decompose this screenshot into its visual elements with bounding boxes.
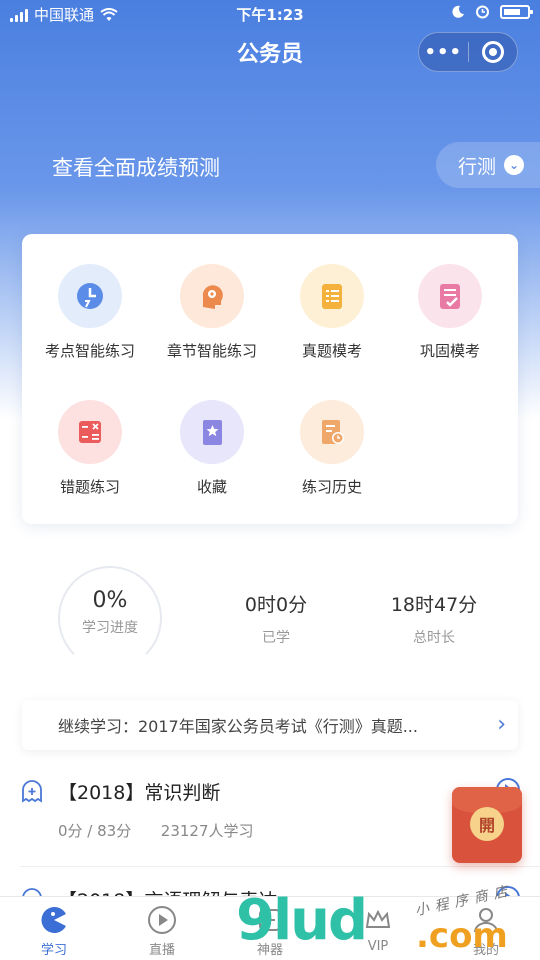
tab-bar: 学习 直播 神器 VIP 我的	[0, 896, 540, 960]
row-divider	[20, 866, 540, 867]
course-meta: 0分 / 83分 23127人学习	[58, 820, 254, 841]
target-icon	[481, 41, 504, 63]
feature-label: 收藏	[196, 478, 227, 496]
tab-live[interactable]: 直播	[108, 897, 216, 960]
tab-label: 直播	[148, 943, 175, 958]
studied-stat: 0时0分 已学	[206, 590, 346, 647]
feature-item[interactable]: 练习历史	[270, 400, 394, 497]
tab-label: 学习	[40, 943, 67, 958]
total-label: 总时长	[413, 630, 455, 646]
tab-tools[interactable]: 神器	[216, 897, 324, 960]
feature-label: 考点智能练习	[44, 342, 135, 360]
crown-icon	[363, 905, 393, 935]
tab-label: 我的	[472, 943, 499, 958]
feature-card: 考点智能练习 章节智能练习 真题模考 巩固模考 错题练习 收藏 练习历史	[22, 234, 518, 524]
chevron-right-icon: ›	[497, 712, 506, 737]
feature-label: 练习历史	[301, 478, 362, 496]
score-prediction-link[interactable]: 查看全面成绩预测	[52, 152, 220, 182]
moon-icon	[452, 5, 464, 18]
tab-label: 神器	[256, 943, 283, 958]
subject-selector[interactable]: 行测 ⌄	[436, 142, 540, 188]
red-packet-label: 開	[470, 807, 504, 841]
studied-value: 0时0分	[244, 594, 308, 616]
history-doc-icon	[300, 400, 364, 464]
feature-item[interactable]: 错题练习	[28, 400, 152, 497]
red-packet-button[interactable]: 開	[452, 787, 522, 863]
ghost-plus-icon	[22, 780, 42, 803]
continue-text: 继续学习：2017年国家公务员考试《行测》真题...	[58, 717, 418, 736]
feature-label: 真题模考	[301, 342, 362, 360]
continue-learning-bar[interactable]: 继续学习：2017年国家公务员考试《行测》真题... ›	[22, 700, 518, 750]
tab-study[interactable]: 学习	[0, 897, 108, 960]
feature-item[interactable]: 章节智能练习	[150, 264, 274, 361]
document-list-icon	[300, 264, 364, 328]
feature-item[interactable]: 真题模考	[270, 264, 394, 361]
status-bar: 中国联通 下午1:23	[0, 0, 540, 28]
progress-label: 学习进度	[82, 620, 138, 636]
play-circle-icon	[147, 905, 177, 935]
feature-label: 巩固模考	[419, 342, 480, 360]
course-title: 【2018】常识判断	[58, 782, 221, 804]
tool-icon	[255, 905, 285, 935]
head-gear-icon	[180, 264, 244, 328]
tab-vip[interactable]: VIP	[324, 897, 432, 960]
tab-mine[interactable]: 我的	[432, 897, 540, 960]
document-check-icon	[418, 264, 482, 328]
total-value: 18时47分	[390, 594, 478, 616]
clock-lightning-icon	[58, 264, 122, 328]
battery-icon	[500, 4, 533, 19]
feature-item[interactable]: 巩固模考	[388, 264, 512, 361]
study-stats: 0% 学习进度 0时0分 已学 18时47分 总时长	[0, 560, 540, 670]
close-miniprogram-button[interactable]	[469, 41, 518, 63]
progress-ring: 0% 学习进度	[58, 566, 162, 670]
person-icon	[471, 905, 501, 935]
progress-value: 0%	[92, 588, 128, 613]
total-stat: 18时47分 总时长	[364, 590, 504, 647]
star-book-icon	[180, 400, 244, 464]
course-learners: 23127人学习	[160, 822, 254, 840]
subject-label: 行测	[458, 155, 497, 178]
feature-item[interactable]: 考点智能练习	[28, 264, 152, 361]
feature-label: 错题练习	[59, 478, 120, 496]
chevron-down-icon: ⌄	[504, 155, 525, 175]
feature-label: 章节智能练习	[166, 342, 257, 360]
course-score: 0分 / 83分	[58, 822, 132, 840]
alarm-icon	[476, 5, 489, 19]
wrong-calc-icon	[58, 400, 122, 464]
feature-item[interactable]: 收藏	[150, 400, 274, 497]
pacman-icon	[39, 905, 69, 935]
more-menu-button[interactable]: •••	[419, 42, 468, 63]
studied-label: 已学	[262, 630, 290, 646]
miniprogram-capsule: •••	[418, 32, 518, 72]
tab-label: VIP	[367, 939, 389, 954]
